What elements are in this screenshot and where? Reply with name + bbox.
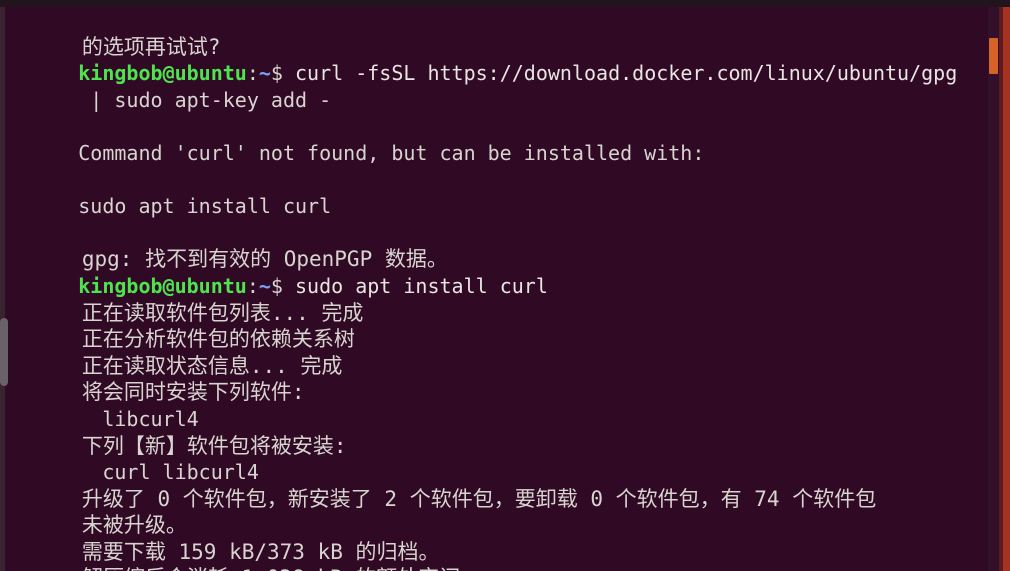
prompt-command: sudo apt install curl (282, 273, 548, 298)
prompt-dollar: $ (270, 273, 283, 298)
vertical-scrollbar-track[interactable] (988, 7, 999, 571)
prompt-path: ~ (258, 61, 271, 86)
terminal-line-text: Command 'curl' not found, but can be ins… (78, 140, 705, 165)
prompt-path: ~ (258, 273, 271, 298)
terminal-line: sudo apt install curl (6, 167, 999, 218)
terminal-line-text: 未被升级。 (81, 513, 187, 538)
terminal-line-text: gpg: 找不到有效的 OpenPGP 数据。 (81, 247, 448, 272)
prompt-colon: : (246, 61, 259, 86)
vertical-scrollbar-thumb[interactable] (989, 38, 998, 74)
terminal-line-text: libcurl4 (78, 406, 199, 431)
terminal-line-text: curl libcurl4 (78, 460, 259, 485)
window-left-border (0, 0, 5, 571)
terminal-line-text: 将会同时安装下列软件: (81, 380, 305, 405)
terminal-screen[interactable]: 的选项再试试? kingbob@ubuntu:~$ curl -fsSL htt… (6, 7, 999, 571)
window-top-chrome (0, 0, 1010, 7)
terminal-line-text: 正在读取软件包列表... 完成 (81, 300, 364, 325)
prompt-userhost: kingbob@ubuntu (78, 61, 247, 86)
prompt-dollar: $ (270, 61, 283, 86)
terminal-window[interactable]: 的选项再试试? kingbob@ubuntu:~$ curl -fsSL htt… (0, 0, 1010, 571)
terminal-line: 的选项再试试? (6, 7, 999, 59)
window-right-border (1003, 0, 1010, 571)
terminal-line-text: 需要下载 159 kB/373 kB 的归档。 (81, 539, 440, 564)
terminal-line-text: | sudo apt-key add - (78, 87, 332, 112)
terminal-line: Command 'curl' not found, but can be ins… (6, 113, 999, 165)
prompt-command: curl -fsSL https://download.docker.com/l… (282, 61, 958, 86)
terminal-line: gpg: 找不到有效的 OpenPGP 数据。 (6, 220, 999, 271)
terminal-line-text: 解压缩后会消耗 1,038 kB 的额外空间。 (82, 566, 481, 571)
terminal-line-text: sudo apt install curl (78, 194, 332, 219)
overlay-scroll-indicator[interactable] (0, 318, 8, 386)
prompt-userhost: kingbob@ubuntu (78, 273, 247, 298)
terminal-line-text: 正在分析软件包的依赖关系树 (81, 327, 355, 352)
terminal-line-text: 下列【新】软件包将被安装: (81, 433, 347, 458)
terminal-line-text: 的选项再试试? (81, 34, 221, 59)
terminal-line-text: 正在读取状态信息... 完成 (81, 353, 343, 378)
prompt-colon: : (246, 273, 259, 298)
terminal-line-text: 升级了 0 个软件包，新安装了 2 个软件包，要卸载 0 个软件包，有 74 个… (81, 486, 877, 511)
